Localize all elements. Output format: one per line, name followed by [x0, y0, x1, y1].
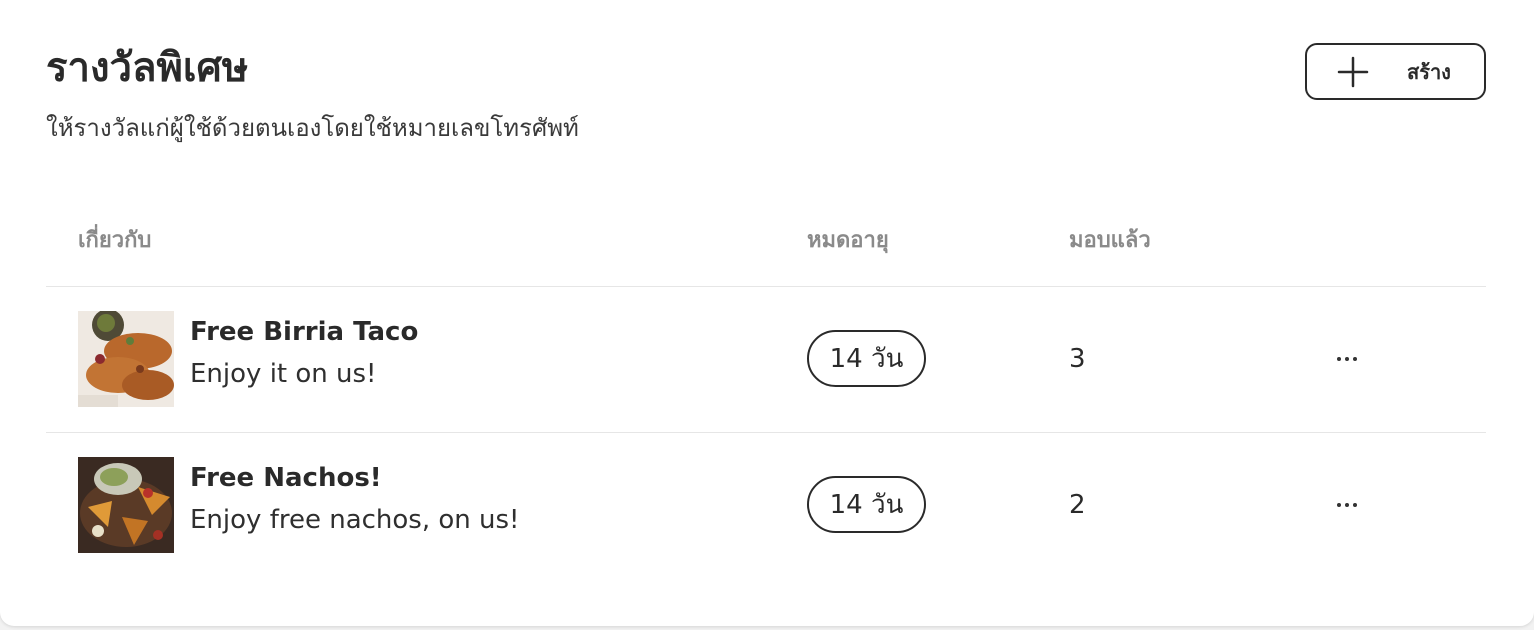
column-header-expires: หมดอายุ [807, 228, 889, 253]
reward-title: Free Nachos! [190, 463, 382, 493]
row-divider [46, 432, 1486, 433]
reward-title: Free Birria Taco [190, 317, 419, 347]
given-count: 3 [1069, 344, 1086, 374]
reward-description: Enjoy it on us! [190, 359, 377, 389]
more-horizontal-icon [1337, 503, 1341, 507]
plus-icon [1337, 56, 1369, 88]
reward-thumbnail [78, 311, 174, 407]
reward-thumbnail [78, 457, 174, 553]
page-title: รางวัลพิเศษ [46, 45, 249, 91]
reward-description: Enjoy free nachos, on us! [190, 505, 520, 535]
header-divider [46, 286, 1486, 287]
row-menu-button[interactable] [1326, 490, 1368, 520]
create-button[interactable]: สร้าง [1305, 43, 1486, 100]
page-subtitle: ให้รางวัลแก่ผู้ใช้ด้วยตนเองโดยใช้หมายเลข… [46, 114, 579, 142]
expiry-badge: 14 วัน [807, 476, 926, 533]
column-header-about: เกี่ยวกับ [78, 228, 152, 253]
rewards-card: รางวัลพิเศษ ให้รางวัลแก่ผู้ใช้ด้วยตนเองโ… [0, 0, 1534, 626]
create-button-label: สร้าง [1407, 60, 1451, 84]
more-horizontal-icon [1337, 357, 1341, 361]
column-header-given: มอบแล้ว [1069, 228, 1151, 253]
given-count: 2 [1069, 490, 1086, 520]
row-menu-button[interactable] [1326, 344, 1368, 374]
expiry-badge: 14 วัน [807, 330, 926, 387]
